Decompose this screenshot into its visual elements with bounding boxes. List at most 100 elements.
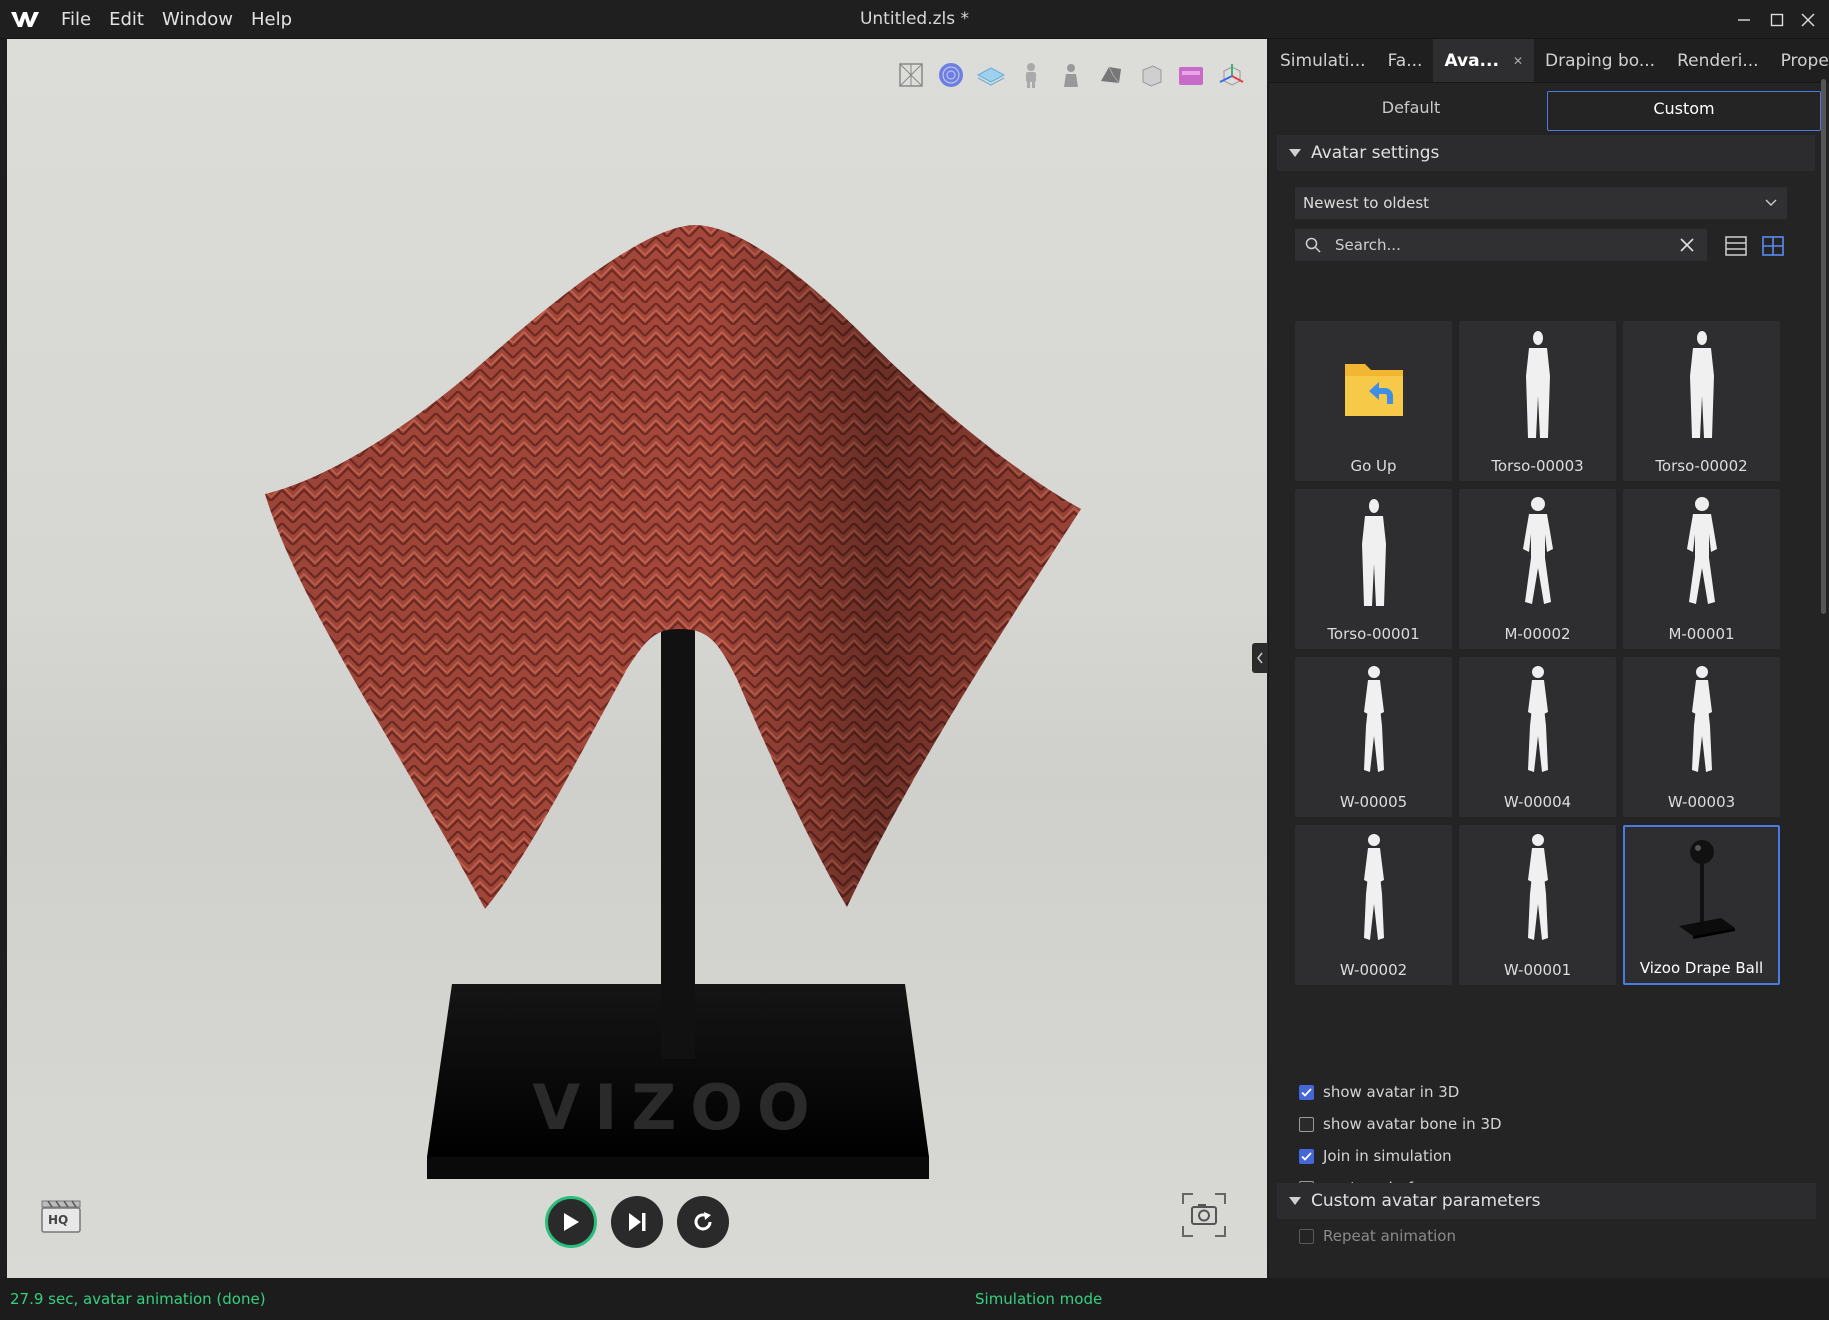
panel-scrollbar[interactable] [1821,79,1826,614]
tab-simulation[interactable]: Simulati... [1269,39,1377,82]
play-button[interactable] [545,1196,597,1248]
box-view-icon [1142,65,1162,87]
tab-rendering[interactable]: Renderi... [1666,39,1769,82]
avatar-tile[interactable]: Torso-00002 [1623,321,1780,481]
search-icon [1305,237,1321,253]
drape-ball-icon [1678,840,1735,939]
list-view-button[interactable] [1722,232,1750,260]
stand-pole [661,619,695,1059]
simulation-controls [545,1196,729,1248]
avatar-thumbnail [1623,661,1780,779]
subtab-default[interactable]: Default [1275,91,1547,131]
avatar-option-row[interactable]: Join in simulation [1299,1140,1502,1172]
avatar-tile-label: M-00001 [1668,625,1735,643]
avatar-tile[interactable]: W-00002 [1295,825,1452,985]
checkbox[interactable] [1299,1116,1314,1132]
minimize-button[interactable] [1728,0,1760,39]
avatar-tile[interactable]: W-00001 [1459,825,1616,985]
avatar-thumbnail [1459,493,1616,611]
menu-file[interactable]: File [52,0,100,39]
hq-label: HQ [48,1213,69,1227]
avatar-tile[interactable]: W-00004 [1459,657,1616,817]
search-box [1295,229,1707,261]
female-avatar-icon [1527,666,1548,772]
camera-icon [1182,1193,1226,1237]
tab-fabric[interactable]: Fa... [1377,39,1434,82]
3d-viewport[interactable]: VIZOO HQ [7,39,1267,1278]
avatar-tile-label: Torso-00001 [1327,625,1420,643]
menu-edit[interactable]: Edit [100,0,153,39]
repeat-animation-option[interactable]: Repeat animation [1299,1227,1456,1245]
collapse-triangle-icon [1289,149,1301,157]
avatar-thumbnail [1295,493,1452,611]
fabric-layer-toggle[interactable] [975,59,1007,91]
checkbox[interactable] [1299,1084,1314,1100]
avatar-tile[interactable]: Go Up [1295,321,1452,481]
avatar-tile[interactable]: W-00003 [1623,657,1780,817]
avatar-thumbnail [1295,829,1452,947]
avatar-pose-toggle[interactable] [1055,59,1087,91]
torso-avatar-icon [1361,499,1386,606]
particle-distance-toggle[interactable] [935,59,967,91]
title-bar: File Edit Window Help Untitled.zls * [0,0,1829,39]
box-view-toggle[interactable] [1135,59,1167,91]
avatar-tile-label: Vizoo Drape Ball [1639,959,1764,977]
male-avatar-icon [1686,497,1717,604]
tab-avatar-label: Ava... [1444,50,1499,71]
avatar-thumbnail [1623,493,1780,611]
avatar-option-row[interactable]: show avatar bone in 3D [1299,1108,1502,1140]
sort-value: Newest to oldest [1303,194,1430,212]
custom-avatar-params-header[interactable]: Custom avatar parameters [1277,1183,1816,1219]
maximize-icon [1770,13,1784,26]
avatar-tile[interactable]: M-00002 [1459,489,1616,649]
avatar-toggle[interactable] [1015,59,1047,91]
avatar-tile[interactable]: Torso-00001 [1295,489,1452,649]
avatar-settings-title: Avatar settings [1311,143,1440,163]
texture-icon [1101,66,1121,84]
maximize-button[interactable] [1761,0,1793,39]
avatar-tile-label: W-00003 [1667,793,1736,811]
sort-dropdown[interactable]: Newest to oldest [1295,187,1787,219]
avatar-source-tabs: Default Custom [1269,91,1829,131]
avatar-thumbnail [1295,661,1452,779]
screenshot-button[interactable] [1181,1192,1227,1238]
reset-button[interactable] [677,1196,729,1248]
search-input[interactable] [1335,229,1655,261]
list-view-icon [1725,236,1747,256]
hq-render-button[interactable]: HQ [39,1196,83,1236]
repeat-animation-checkbox[interactable] [1299,1228,1314,1244]
avatar-settings-header[interactable]: Avatar settings [1277,135,1815,171]
transform-gizmo-toggle[interactable] [1215,59,1247,91]
app-logo-icon[interactable] [10,10,40,28]
tab-draping-box[interactable]: Draping bo... [1534,39,1666,82]
menu-help[interactable]: Help [242,0,301,39]
grid-view-button[interactable] [1759,232,1787,260]
close-window-button[interactable] [1792,0,1824,39]
torso-avatar-icon [1525,331,1550,438]
step-forward-icon [629,1213,646,1231]
avatar-tile[interactable]: Vizoo Drape Ball [1623,825,1780,985]
clear-search-icon[interactable] [1679,237,1695,253]
wireframe-toggle[interactable] [895,59,927,91]
avatar-tile[interactable]: Torso-00003 [1459,321,1616,481]
avatar-thumbnail [1459,829,1616,947]
female-avatar-icon [1363,666,1384,772]
checkbox[interactable] [1299,1148,1314,1164]
close-icon [1801,13,1815,26]
subtab-custom[interactable]: Custom [1547,91,1821,131]
texture-toggle[interactable] [1095,59,1127,91]
panel-collapse-button[interactable] [1252,643,1268,673]
tab-properties[interactable]: Propert... [1770,39,1829,82]
avatar-tile[interactable]: W-00005 [1295,657,1452,817]
chevron-left-icon [1257,652,1263,664]
avatar-tile[interactable]: M-00001 [1623,489,1780,649]
sewing-toggle[interactable] [1175,59,1207,91]
menu-window[interactable]: Window [153,0,242,39]
avatar-option-row[interactable]: show avatar in 3D [1299,1076,1502,1108]
avatar-thumbnail [1459,325,1616,443]
step-forward-button[interactable] [611,1196,663,1248]
simulation-mode-label: Simulation mode [975,1290,1103,1308]
stand-logo: VIZOO [532,1071,823,1144]
close-tab-icon[interactable]: ✕ [1513,39,1523,83]
tab-avatar[interactable]: Ava... ✕ [1433,39,1534,82]
